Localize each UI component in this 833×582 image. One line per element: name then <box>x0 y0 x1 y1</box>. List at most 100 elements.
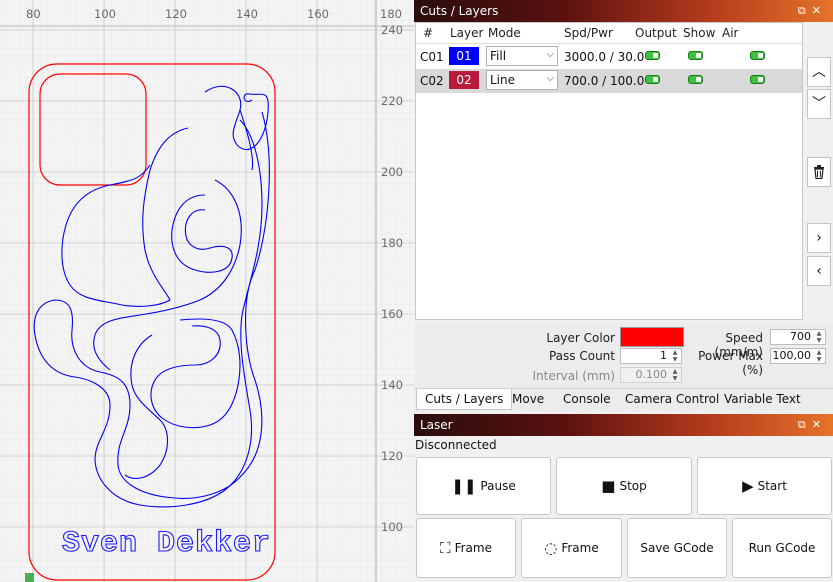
ruler-y-label: 100 <box>381 520 403 534</box>
tab-move[interactable]: Move <box>504 389 552 409</box>
ruler-x-label: 140 <box>236 7 258 21</box>
speed-value: 700 <box>790 330 811 343</box>
frame-circle-button[interactable]: ◌ Frame <box>521 518 622 578</box>
ruler-y-label: 140 <box>381 378 403 392</box>
ruler-x-label: 80 <box>26 7 41 21</box>
cuts-panel-titlebar[interactable]: Cuts / Layers ⧉✕ <box>414 0 833 22</box>
speed-power-value: 3000.0 / 30.0 <box>564 50 645 64</box>
output-toggle[interactable] <box>645 75 660 84</box>
interval-spinbox[interactable]: 0.100 ▲ ▼ <box>620 367 682 383</box>
save-gcode-button[interactable]: Save GCode <box>627 518 727 578</box>
assign-layer-button[interactable]: › <box>807 223 831 253</box>
chevron-up-icon: ︿ <box>812 64 826 80</box>
delete-cut-button[interactable] <box>807 157 831 187</box>
float-window-icon[interactable]: ⧉ <box>798 418 812 431</box>
column-header: Spd/Pwr <box>564 26 613 40</box>
cut-id: C02 <box>420 74 444 88</box>
show-toggle[interactable] <box>688 75 703 84</box>
pass-count-spinbox[interactable]: 1 ▲ ▼ <box>620 348 682 364</box>
air-toggle[interactable] <box>750 51 765 60</box>
cuts-panel-title: Cuts / Layers <box>420 4 499 18</box>
run-gcode-label: Run GCode <box>748 541 816 555</box>
tab-variable-text[interactable]: Variable Text <box>716 389 809 409</box>
mode-value: Fill <box>490 49 507 63</box>
tab-camera-control[interactable]: Camera Control <box>617 389 727 409</box>
frame-rect-button[interactable]: ⛶ Frame <box>416 518 516 578</box>
frame-circle-icon: ◌ <box>544 539 558 557</box>
output-toggle[interactable] <box>645 51 660 60</box>
speed-power-value: 700.0 / 100.0 <box>564 74 645 88</box>
ruler-y-label: 120 <box>381 449 403 463</box>
column-header: Output <box>635 26 677 40</box>
mode-select[interactable]: Line ⌵ <box>486 70 558 90</box>
spin-arrows-icon[interactable]: ▲ ▼ <box>814 330 824 344</box>
power-max-label: Power Max (%) <box>698 349 763 377</box>
engraved-text-shape[interactable]: Sven Dekker <box>61 526 271 561</box>
workspace[interactable]: 80 100 120 140 160 180 240 220 200 180 1… <box>0 0 414 582</box>
interval-label: Interval (mm) <box>532 369 615 383</box>
ruler-x-label: 100 <box>94 7 116 21</box>
pass-count-label: Pass Count <box>548 349 615 363</box>
spin-arrows-icon[interactable]: ▲ ▼ <box>814 349 824 363</box>
start-button[interactable]: ▶ Start <box>697 457 832 515</box>
show-toggle[interactable] <box>688 51 703 60</box>
move-up-button[interactable]: ︿ <box>807 57 831 87</box>
pass-count-value: 1 <box>660 349 667 362</box>
cuts-table[interactable]: # Layer Mode Spd/Pwr Output Show Air C01… <box>415 22 803 320</box>
ruler-x-label: 160 <box>307 7 329 21</box>
frame-rect-icon: ⛶ <box>440 539 451 557</box>
spin-arrows-icon[interactable]: ▲ ▼ <box>670 368 680 382</box>
ruler-y-label: 240 <box>381 23 403 37</box>
ruler-y-label: 200 <box>381 165 403 179</box>
mode-select[interactable]: Fill ⌵ <box>486 46 558 66</box>
air-toggle[interactable] <box>750 75 765 84</box>
stop-label: Stop <box>619 479 647 493</box>
cut-properties: Layer Color Pass Count 1 ▲ ▼ Interval (mm)… <box>415 322 833 388</box>
spin-arrows-icon[interactable]: ▲ ▼ <box>670 349 680 363</box>
column-header: Air <box>722 26 739 40</box>
table-row[interactable]: C02 02 Line ⌵ 700.0 / 100.0 <box>416 69 802 93</box>
tab-cuts-layers[interactable]: Cuts / Layers <box>416 389 513 410</box>
chevron-right-icon: › <box>816 230 822 246</box>
ruler-y-label: 220 <box>381 94 403 108</box>
remove-layer-button[interactable]: ‹ <box>807 256 831 286</box>
run-gcode-button[interactable]: Run GCode <box>732 518 832 578</box>
trash-icon <box>814 165 824 180</box>
chevron-down-icon: ⌵ <box>546 49 554 60</box>
move-down-button[interactable]: ﹀ <box>807 89 831 119</box>
ruler-y-label: 180 <box>381 236 403 250</box>
start-label: Start <box>757 479 787 493</box>
tab-console[interactable]: Console <box>555 389 619 409</box>
stop-button[interactable]: ■ Stop <box>556 457 692 515</box>
column-header: # <box>423 26 434 40</box>
column-header: Layer <box>450 26 484 40</box>
connection-status: Disconnected <box>415 438 497 452</box>
design-canvas[interactable]: 80 100 120 140 160 180 240 220 200 180 1… <box>0 0 414 582</box>
layer-color-label: Layer Color <box>546 331 615 345</box>
float-window-icon[interactable]: ⧉ <box>798 4 812 17</box>
ruler-x-label: 120 <box>165 7 187 21</box>
layer-color-picker[interactable] <box>620 327 684 347</box>
speed-spinbox[interactable]: 700 ▲ ▼ <box>770 329 826 345</box>
play-icon: ▶ <box>742 477 754 495</box>
chevron-left-icon: ‹ <box>816 263 822 279</box>
close-icon[interactable]: ✕ <box>812 4 827 17</box>
header-divider <box>416 43 802 44</box>
origin-marker <box>25 573 34 582</box>
stop-icon: ■ <box>601 477 616 495</box>
frame-rect-label: Frame <box>454 541 492 555</box>
ruler-y-label: 160 <box>381 307 403 321</box>
chevron-down-icon: ⌵ <box>546 73 554 84</box>
layer-color-swatch[interactable]: 02 <box>449 71 479 89</box>
table-row[interactable]: C01 01 Fill ⌵ 3000.0 / 30.0 <box>416 45 802 69</box>
pause-button[interactable]: ❚❚ Pause <box>416 457 551 515</box>
power-max-spinbox[interactable]: 100,00 ▲ ▼ <box>770 348 826 364</box>
ruler-x-label: 180 <box>380 7 402 21</box>
pause-icon: ❚❚ <box>451 477 477 495</box>
pause-label: Pause <box>480 479 516 493</box>
layer-color-swatch[interactable]: 01 <box>449 47 479 65</box>
laser-panel-titlebar[interactable]: Laser ⧉✕ <box>414 414 833 436</box>
column-header: Mode <box>488 26 521 40</box>
close-icon[interactable]: ✕ <box>812 418 827 431</box>
laser-panel-title: Laser <box>420 418 453 432</box>
